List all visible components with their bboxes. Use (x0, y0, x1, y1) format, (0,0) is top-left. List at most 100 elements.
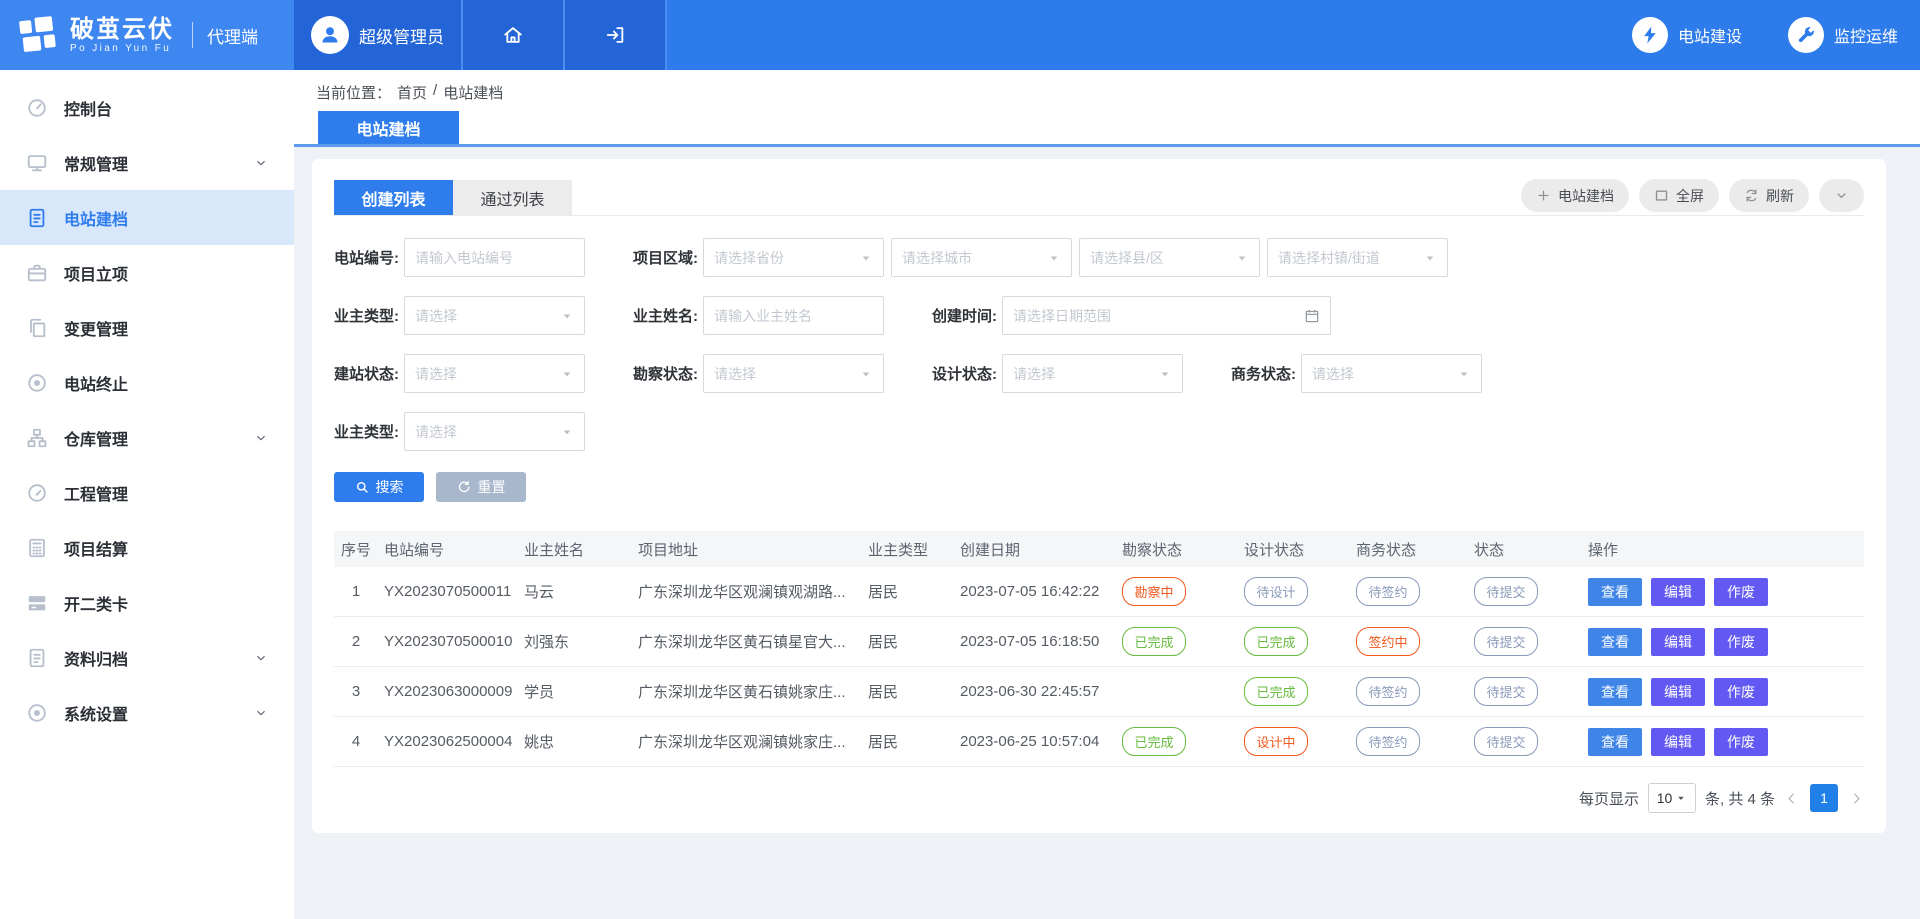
view-button[interactable]: 查看 (1588, 728, 1642, 756)
sidebar-item-11[interactable]: 资料归档 (0, 630, 294, 685)
view-button[interactable]: 查看 (1588, 628, 1642, 656)
fullscreen-button[interactable]: 全屏 (1639, 179, 1719, 212)
sidebar-item-9[interactable]: 项目结算 (0, 520, 294, 575)
plus-icon (1536, 188, 1551, 203)
refresh-button[interactable]: 刷新 (1729, 179, 1809, 212)
breadcrumb-home[interactable]: 首页 (397, 82, 427, 103)
filter-label: 设计状态: (932, 363, 1002, 384)
page-tab[interactable]: 电站建档 (318, 111, 459, 144)
tab-create-list[interactable]: 创建列表 (334, 180, 453, 215)
filter-select[interactable]: 请选择 (404, 354, 585, 393)
sidebar-item-1[interactable]: 控制台 (0, 80, 294, 135)
prev-page-button[interactable] (1784, 791, 1799, 806)
status-status-cell: 待提交 (1468, 567, 1582, 617)
void-button[interactable]: 作废 (1714, 678, 1768, 706)
filter-field: 业主姓名:请输入业主姓名 (633, 296, 884, 335)
filter-select[interactable]: 请选择 (404, 296, 585, 335)
monitor-icon (26, 152, 48, 174)
business-status-badge: 待签约 (1356, 727, 1420, 756)
sidebar-item-8[interactable]: 工程管理 (0, 465, 294, 520)
chevron-down-icon (254, 156, 268, 170)
view-button[interactable]: 查看 (1588, 578, 1642, 606)
edit-button[interactable]: 编辑 (1651, 628, 1705, 656)
placeholder-text: 请选择 (1312, 364, 1354, 384)
void-button[interactable]: 作废 (1714, 728, 1768, 756)
void-button[interactable]: 作废 (1714, 628, 1768, 656)
sidebar-item-4[interactable]: 项目立项 (0, 245, 294, 300)
sidebar-item-12[interactable]: 系统设置 (0, 685, 294, 740)
design-status-badge: 已完成 (1244, 627, 1308, 656)
sidebar-item-10[interactable]: 开二类卡 (0, 575, 294, 630)
owner-name: 学员 (518, 667, 632, 717)
edit-button[interactable]: 编辑 (1651, 578, 1705, 606)
filter-select[interactable]: 请选择 (1002, 354, 1183, 393)
column-header: 状态 (1468, 531, 1582, 567)
placeholder-text: 请选择省份 (714, 248, 784, 268)
business-status-badge: 签约中 (1356, 627, 1420, 656)
column-header: 商务状态 (1350, 531, 1468, 567)
per-page-select[interactable]: 10 (1648, 783, 1696, 813)
brand-subtitle: Po Jian Yun Fu (70, 43, 174, 54)
disc-icon (26, 702, 48, 724)
brand-divider (192, 22, 193, 48)
tab-pass-list[interactable]: 通过列表 (453, 180, 572, 215)
filter-select[interactable]: 请选择 (703, 354, 884, 393)
view-button[interactable]: 查看 (1588, 678, 1642, 706)
user-menu[interactable]: 超级管理员 (294, 0, 463, 70)
sidebar-item-7[interactable]: 仓库管理 (0, 410, 294, 465)
sidebar-item-6[interactable]: 电站终止 (0, 355, 294, 410)
sidebar-item-label: 资料归档 (64, 646, 128, 670)
topbar-app-1[interactable]: 电站建设 (1632, 17, 1742, 53)
table-row: 3YX2023063000009学员广东深圳龙华区黄石镇姚家庄...居民2023… (334, 667, 1864, 717)
add-station-button[interactable]: 电站建档 (1521, 179, 1629, 212)
filter-select[interactable]: 请选择县/区 (1079, 238, 1260, 277)
filter-label: 业主姓名: (633, 305, 703, 326)
wrench-icon (1788, 17, 1824, 53)
filter-label: 建站状态: (334, 363, 404, 384)
filter-select[interactable]: 请选择 (404, 412, 585, 451)
home-button[interactable] (463, 0, 565, 70)
filter-select[interactable]: 请选择城市 (891, 238, 1072, 277)
sidebar-item-label: 项目立项 (64, 261, 128, 285)
topbar-app-2[interactable]: 监控运维 (1788, 17, 1898, 53)
date-range-input[interactable]: 请选择日期范围 (1002, 296, 1331, 335)
lightning-icon (1632, 17, 1668, 53)
survey-status-cell: 已完成 (1116, 617, 1238, 667)
row-actions: 查看编辑作废 (1582, 567, 1864, 617)
edit-button[interactable]: 编辑 (1651, 678, 1705, 706)
reset-button[interactable]: 重置 (436, 472, 526, 502)
edit-button[interactable]: 编辑 (1651, 728, 1705, 756)
chevron-down-icon (254, 651, 268, 665)
filter-input[interactable]: 请输入电站编号 (404, 238, 585, 277)
filter-select[interactable]: 请选择 (1301, 354, 1482, 393)
sidebar-item-5[interactable]: 变更管理 (0, 300, 294, 355)
sidebar-item-2[interactable]: 常规管理 (0, 135, 294, 190)
filter-label: 勘察状态: (633, 363, 703, 384)
copy-icon (26, 317, 48, 339)
business-status-badge: 待签约 (1356, 677, 1420, 706)
caret-down-icon (560, 425, 574, 439)
collapse-button[interactable] (1819, 179, 1864, 212)
chevron-left-icon (1784, 791, 1799, 806)
pagination: 每页显示 10 条, 共 4 条 1 (334, 783, 1864, 813)
breadcrumb-bar: 当前位置： 首页 / 电站建档 电站建档 (294, 70, 1920, 147)
filter-label: 项目区域: (633, 247, 703, 268)
filter-input[interactable]: 请输入业主姓名 (703, 296, 884, 335)
filter-select[interactable]: 请选择省份 (703, 238, 884, 277)
design-status-cell: 已完成 (1238, 617, 1350, 667)
station-code: YX2023062500004 (378, 717, 518, 767)
placeholder-text: 请选择 (415, 364, 457, 384)
filter-row-2: 业主类型:请选择业主姓名:请输入业主姓名创建时间:请选择日期范围 (334, 296, 1864, 335)
page-number-1[interactable]: 1 (1810, 784, 1838, 812)
filter-field: 设计状态: 请选择 (932, 354, 1183, 393)
owner-type: 居民 (862, 567, 954, 617)
placeholder-text: 请选择村镇/街道 (1278, 248, 1380, 268)
search-button[interactable]: 搜索 (334, 472, 424, 502)
design-status-badge: 已完成 (1244, 677, 1308, 706)
logout-button[interactable] (565, 0, 667, 70)
filter-select[interactable]: 请选择村镇/街道 (1267, 238, 1448, 277)
next-page-button[interactable] (1849, 791, 1864, 806)
void-button[interactable]: 作废 (1714, 578, 1768, 606)
placeholder-text: 请选择 (1013, 364, 1055, 384)
sidebar-item-3[interactable]: 电站建档 (0, 190, 294, 245)
